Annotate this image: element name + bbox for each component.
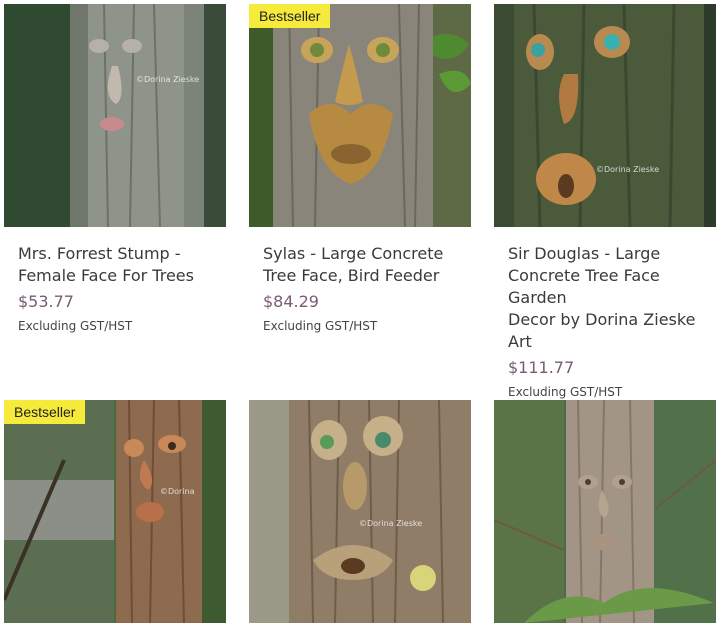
product-image[interactable]: ©Dorina Zieske	[249, 400, 471, 623]
tree-face-photo: ©Dorina	[4, 400, 226, 623]
product-title[interactable]: Mrs. Forrest Stump - Female Face For Tre…	[4, 243, 226, 287]
product-card[interactable]: ©Dorina Zieske	[249, 400, 471, 623]
product-card[interactable]	[494, 400, 716, 623]
tree-face-photo	[494, 400, 716, 623]
svg-text:©Dorina Zieske: ©Dorina Zieske	[136, 75, 199, 84]
tree-face-photo	[249, 4, 471, 227]
product-price: $53.77	[18, 292, 74, 311]
product-title-line[interactable]: Female Face For Trees	[18, 265, 220, 287]
tree-face-photo: ©Dorina Zieske	[249, 400, 471, 623]
product-image[interactable]	[494, 400, 716, 623]
product-image[interactable]: Bestseller	[249, 4, 471, 227]
bestseller-badge: Bestseller	[4, 400, 86, 424]
product-price: $84.29	[263, 292, 319, 311]
product-title-line[interactable]: Mrs. Forrest Stump -	[18, 243, 220, 265]
product-card[interactable]: Bestseller ©Dorina	[4, 400, 226, 623]
product-image[interactable]: ©Dorina Zieske	[4, 4, 226, 227]
product-title[interactable]: Sir Douglas - Large Concrete Tree Face G…	[494, 243, 716, 353]
product-title-line[interactable]: Decor by Dorina Zieske Art	[508, 309, 710, 353]
product-title-line[interactable]: Concrete Tree Face Garden	[508, 265, 710, 309]
svg-text:©Dorina: ©Dorina	[160, 487, 195, 496]
product-card[interactable]: ©Dorina Zieske Sir Douglas - Large Concr…	[494, 4, 716, 399]
bestseller-badge: Bestseller	[249, 4, 331, 28]
svg-text:©Dorina Zieske: ©Dorina Zieske	[596, 165, 659, 174]
tax-note: Excluding GST/HST	[18, 319, 133, 333]
tree-face-photo: ©Dorina Zieske	[494, 4, 716, 227]
product-image[interactable]: Bestseller ©Dorina	[4, 400, 226, 623]
product-title-line[interactable]: Sir Douglas - Large	[508, 243, 710, 265]
product-title-line[interactable]: Sylas - Large Concrete	[263, 243, 465, 265]
tree-face-photo: ©Dorina Zieske	[4, 4, 226, 227]
tax-note: Excluding GST/HST	[508, 385, 623, 399]
product-card[interactable]: Bestseller Sylas - Large Concrete Tree F…	[249, 4, 471, 333]
svg-text:©Dorina Zieske: ©Dorina Zieske	[359, 519, 422, 528]
tax-note: Excluding GST/HST	[263, 319, 378, 333]
product-title-line[interactable]: Tree Face, Bird Feeder	[263, 265, 465, 287]
product-title[interactable]: Sylas - Large Concrete Tree Face, Bird F…	[249, 243, 471, 287]
product-card[interactable]: ©Dorina Zieske Mrs. Forrest Stump - Fema…	[4, 4, 226, 333]
product-price: $111.77	[508, 358, 575, 377]
product-image[interactable]: ©Dorina Zieske	[494, 4, 716, 227]
